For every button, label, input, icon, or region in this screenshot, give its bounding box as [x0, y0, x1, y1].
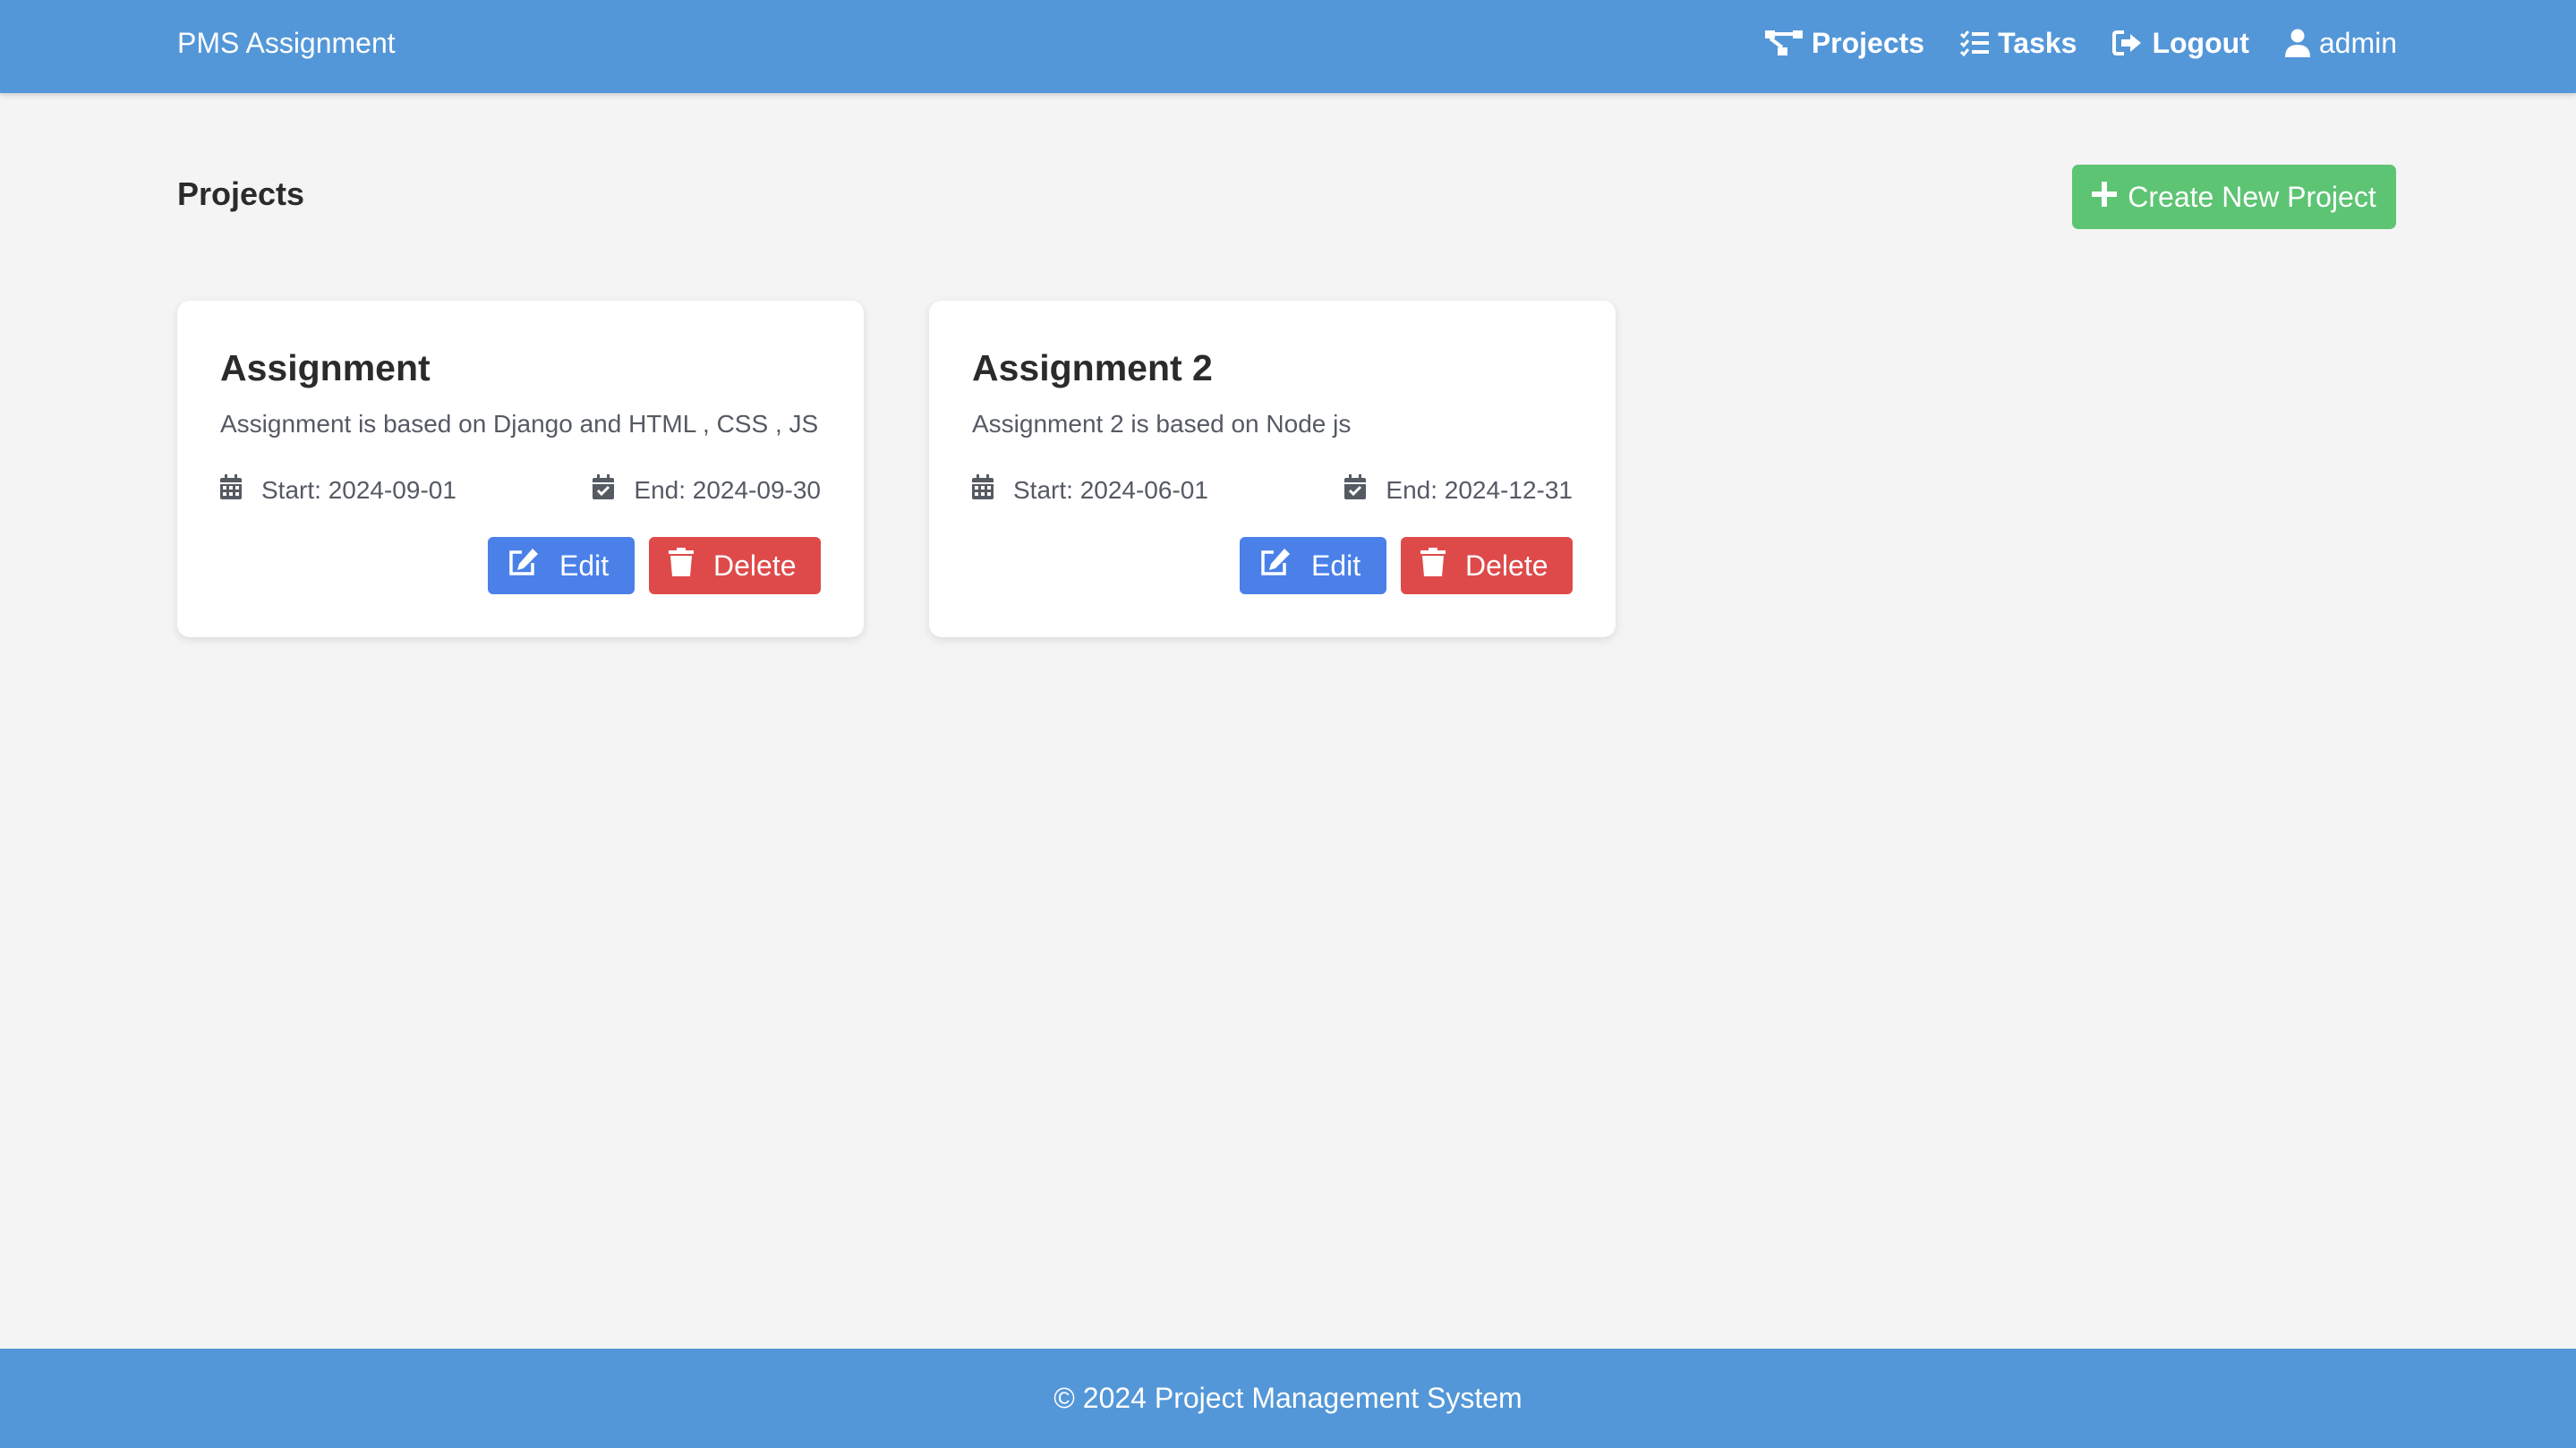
project-description: Assignment 2 is based on Node js	[972, 410, 1352, 438]
edit-icon	[1259, 548, 1292, 583]
plus-icon	[2092, 181, 2118, 214]
nav-user-link[interactable]: admin	[2284, 26, 2397, 60]
nav-projects-label: Projects	[1811, 26, 1925, 59]
page-title: Projects	[177, 175, 305, 212]
delete-button[interactable]: Delete	[1401, 537, 1573, 594]
project-description: Assignment is based on Django and HTML ,…	[220, 410, 819, 438]
brand-link[interactable]: PMS Assignment	[177, 0, 396, 86]
edit-button[interactable]: Edit	[1240, 537, 1386, 594]
nav-user-label: admin	[2318, 26, 2397, 59]
create-project-button[interactable]: Create New Project	[2072, 165, 2396, 229]
end-date: End: 2024-12-31	[1344, 474, 1573, 506]
project-title: Assignment	[220, 347, 431, 388]
project-card: Assignment 2 Assignment 2 is based on No…	[929, 301, 1616, 637]
top-navbar: PMS Assignment Projects Tasks Logout adm…	[0, 0, 2576, 93]
calendar-icon	[972, 474, 994, 506]
end-date-label: End: 2024-09-30	[634, 475, 821, 504]
calendar-check-icon	[593, 474, 615, 506]
nav-tasks-link[interactable]: Tasks	[1960, 27, 2077, 60]
edit-icon	[508, 548, 540, 583]
edit-button[interactable]: Edit	[488, 537, 635, 594]
trash-icon	[1420, 548, 1446, 583]
create-project-label: Create New Project	[2128, 180, 2376, 213]
start-date-label: Start: 2024-09-01	[261, 475, 456, 504]
logout-icon	[2112, 30, 2143, 56]
edit-label: Edit	[559, 549, 610, 582]
start-date-label: Start: 2024-06-01	[1013, 475, 1208, 504]
nav-links: Projects Tasks Logout admin	[1764, 0, 2397, 86]
footer-text: © 2024 Project Management System	[1053, 1382, 1523, 1414]
trash-icon	[669, 548, 694, 583]
start-date: Start: 2024-09-01	[220, 474, 456, 506]
project-card: Assignment Assignment is based on Django…	[177, 301, 864, 637]
end-date: End: 2024-09-30	[593, 474, 821, 506]
edit-label: Edit	[1311, 549, 1361, 582]
end-date-label: End: 2024-12-31	[1386, 475, 1573, 504]
delete-label: Delete	[713, 549, 797, 582]
user-icon	[2284, 29, 2310, 57]
project-title: Assignment 2	[972, 347, 1213, 388]
start-date: Start: 2024-06-01	[972, 474, 1208, 506]
tasks-list-icon	[1960, 30, 1990, 56]
calendar-check-icon	[1344, 474, 1367, 506]
footer: © 2024 Project Management System	[0, 1349, 2576, 1448]
nav-logout-link[interactable]: Logout	[2112, 26, 2249, 60]
nav-projects-link[interactable]: Projects	[1764, 26, 1925, 60]
nav-logout-label: Logout	[2152, 26, 2249, 59]
calendar-icon	[220, 474, 242, 506]
sitemap-icon	[1764, 29, 1803, 57]
nav-tasks-label: Tasks	[1998, 26, 2077, 59]
delete-button[interactable]: Delete	[649, 537, 821, 594]
delete-label: Delete	[1465, 549, 1548, 582]
